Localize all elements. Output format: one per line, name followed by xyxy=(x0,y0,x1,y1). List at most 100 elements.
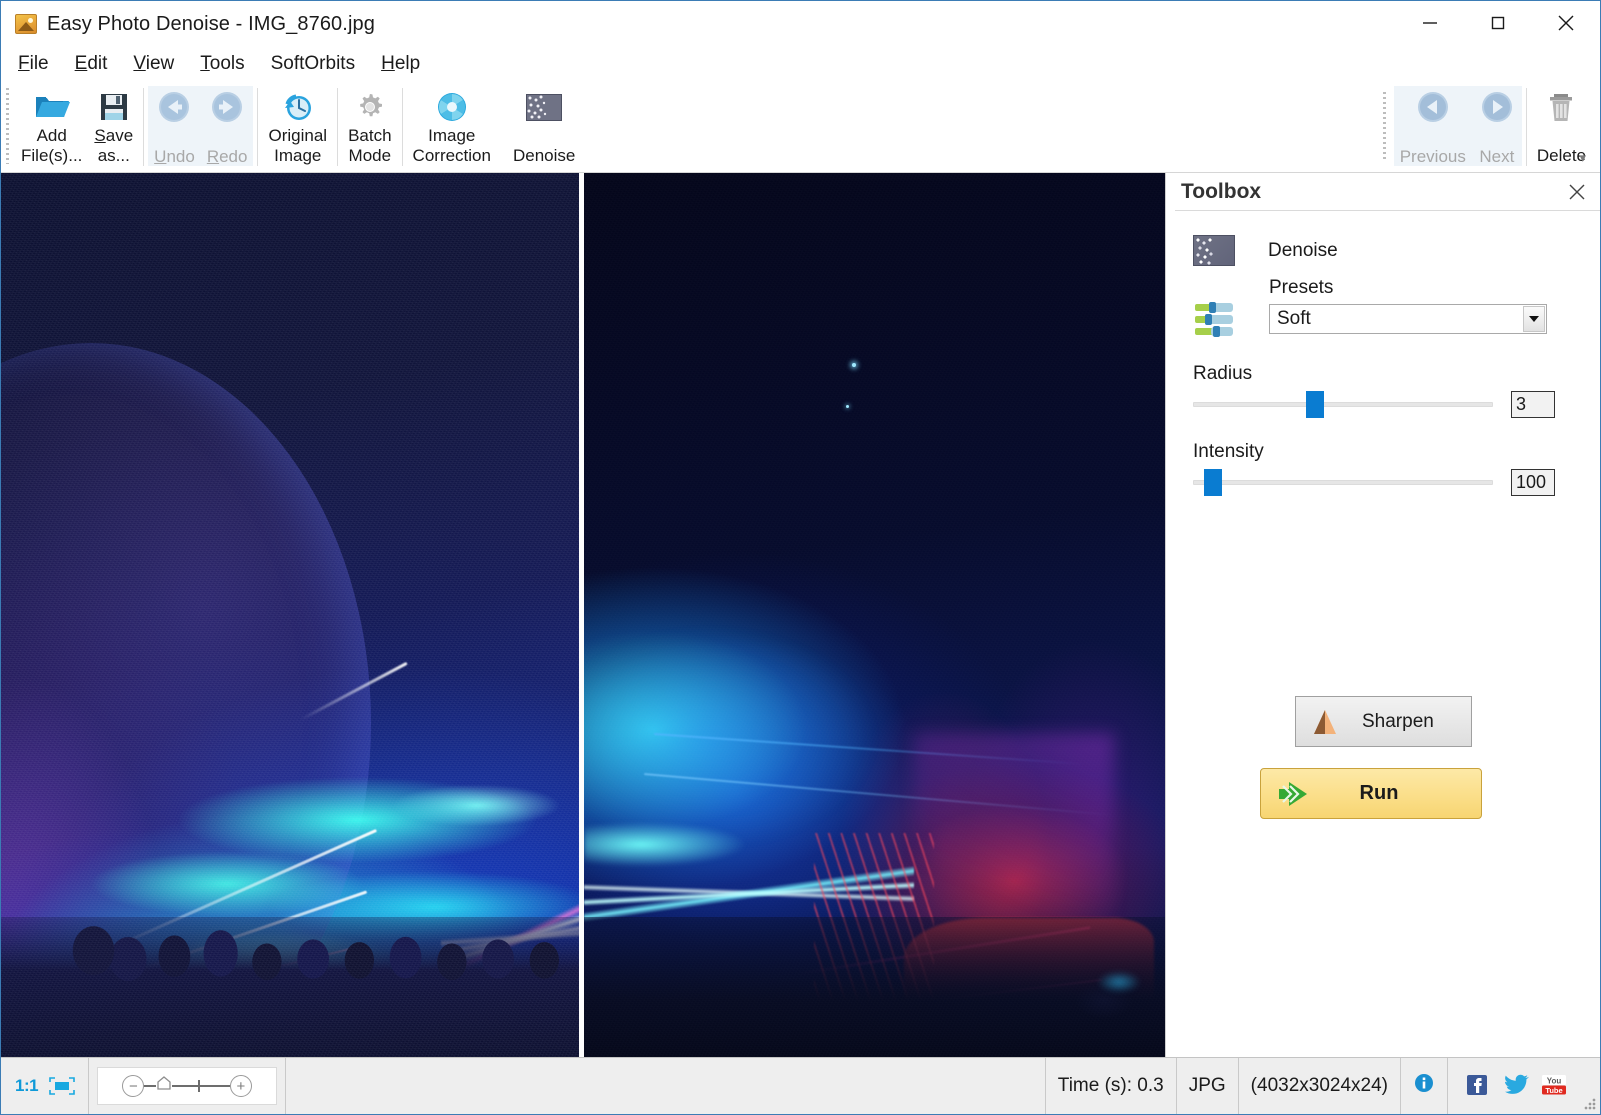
minimize-button[interactable] xyxy=(1396,1,1464,45)
image-correction-button[interactable]: Image Correction xyxy=(407,86,497,166)
zoom-ratio-button[interactable]: 1:1 xyxy=(15,1076,39,1096)
zoom-in-button[interactable]: + xyxy=(229,1075,252,1097)
sharpen-triangle-icon xyxy=(1312,708,1338,736)
radius-value-field[interactable]: 3 xyxy=(1511,390,1555,418)
arrow-left-circle-icon xyxy=(1414,90,1452,124)
toolbox-title: Toolbox xyxy=(1181,179,1262,203)
redo-arrow-icon xyxy=(208,90,246,124)
next-button[interactable]: Next xyxy=(1472,86,1522,166)
presets-selected-value: Soft xyxy=(1277,308,1311,329)
batch-mode-label: Batch Mode xyxy=(348,126,392,165)
zoom-slider-cell: − + xyxy=(89,1057,287,1114)
radius-slider[interactable] xyxy=(1193,389,1493,419)
add-files-button[interactable]: Add File(s)... xyxy=(15,86,88,166)
redo-button[interactable]: Redo xyxy=(201,86,254,166)
svg-text:Tube: Tube xyxy=(1545,1086,1562,1095)
toolbar-separator-1 xyxy=(143,88,145,166)
trash-icon xyxy=(1542,90,1580,123)
sharpen-button[interactable]: Sharpen xyxy=(1295,696,1472,747)
close-button[interactable] xyxy=(1532,1,1600,45)
resize-grip[interactable] xyxy=(1583,1097,1597,1111)
denoise-icon xyxy=(1193,235,1235,266)
title-bar: Easy Photo Denoise - IMG_8760.jpg xyxy=(1,1,1600,47)
toolbar-left-group: Add File(s)... Save as... Undo Redo Orig… xyxy=(15,86,581,168)
radius-slider-thumb[interactable] xyxy=(1306,391,1324,418)
fit-to-window-icon[interactable] xyxy=(48,1076,76,1096)
toolbox-close-icon[interactable] xyxy=(1564,179,1590,205)
toolbar-separator-2 xyxy=(257,88,259,166)
original-image-label: Original Image xyxy=(268,126,328,165)
undo-arrow-icon xyxy=(155,90,193,124)
redo-label: Redo xyxy=(206,147,248,166)
open-folder-icon xyxy=(33,90,71,124)
file-format: JPG xyxy=(1177,1057,1239,1114)
prev-next-group: Previous Next xyxy=(1393,86,1522,166)
menu-view[interactable]: View xyxy=(133,53,174,75)
info-icon[interactable] xyxy=(1413,1072,1435,1100)
preview-divider[interactable] xyxy=(579,173,584,1057)
left-photo xyxy=(1,173,579,1057)
zoom-home-icon[interactable] xyxy=(156,1075,172,1097)
original-noisy-preview[interactable] xyxy=(1,173,579,1057)
crowd-silhouette xyxy=(1,917,579,1057)
toolbar-overflow-icon[interactable]: ▾ xyxy=(1579,150,1586,166)
menu-help[interactable]: Help xyxy=(381,53,420,75)
twitter-icon[interactable] xyxy=(1503,1073,1531,1099)
intensity-slider-thumb[interactable] xyxy=(1204,469,1222,496)
batch-mode-button[interactable]: Batch Mode xyxy=(342,86,397,166)
image-dimensions: (4032x3024x24) xyxy=(1239,1057,1401,1114)
intensity-label: Intensity xyxy=(1193,441,1264,462)
run-button[interactable]: Run xyxy=(1260,768,1482,819)
intensity-slider[interactable] xyxy=(1193,467,1493,497)
toolbar-separator-5 xyxy=(1525,88,1527,166)
toolbar-separator-3 xyxy=(337,88,339,166)
window-controls xyxy=(1396,1,1600,45)
toolbar-separator-4 xyxy=(401,88,403,166)
window-title: Easy Photo Denoise - IMG_8760.jpg xyxy=(47,12,375,35)
menu-file[interactable]: File xyxy=(18,53,49,75)
denoise-button[interactable]: Denoise xyxy=(507,86,581,166)
status-bar-spacer xyxy=(286,1058,1045,1115)
processing-time: Time (s): 0.3 xyxy=(1044,1057,1177,1114)
original-image-button[interactable]: Original Image xyxy=(262,86,333,166)
menu-tools[interactable]: Tools xyxy=(200,53,244,75)
save-as-label: Save as... xyxy=(94,126,134,165)
denoised-preview[interactable] xyxy=(584,173,1165,1057)
menu-bar: File Edit View Tools SoftOrbits Help xyxy=(1,47,1600,80)
add-files-label: Add File(s)... xyxy=(21,126,83,165)
zoom-out-button[interactable]: − xyxy=(122,1075,145,1097)
active-tool-label: Denoise xyxy=(1268,239,1338,261)
toolbar-right-drag-handle[interactable] xyxy=(1382,92,1386,162)
youtube-icon[interactable]: You Tube xyxy=(1541,1073,1569,1099)
next-label: Next xyxy=(1479,147,1515,166)
zoom-slider[interactable]: − + xyxy=(97,1067,278,1105)
radius-slider-track xyxy=(1193,401,1493,407)
presets-select[interactable]: Soft xyxy=(1269,304,1547,334)
status-bar: 1:1 − + Time (s): 0.3 JPG (4032x3024x24)… xyxy=(1,1057,1600,1114)
green-double-arrow-icon xyxy=(1277,781,1311,807)
intensity-slider-track xyxy=(1193,479,1493,485)
floppy-save-icon xyxy=(95,90,133,124)
toolbox-panel: Toolbox Denoise Presets Soft Radius 3 In… xyxy=(1165,173,1600,1057)
toolbox-body: Denoise Presets Soft Radius 3 Intensity … xyxy=(1175,210,1600,1057)
sliders-preset-icon xyxy=(1193,299,1236,341)
svg-text:You: You xyxy=(1547,1077,1562,1086)
image-canvas[interactable] xyxy=(1,173,1165,1057)
undo-label: Undo xyxy=(154,147,195,166)
save-as-button[interactable]: Save as... xyxy=(88,86,139,166)
toolbar-drag-handle[interactable] xyxy=(6,88,9,164)
undo-button[interactable]: Undo xyxy=(148,86,201,166)
main-toolbar: Add File(s)... Save as... Undo Redo Orig… xyxy=(1,80,1600,173)
maximize-button[interactable] xyxy=(1464,1,1532,45)
toolbar-right-group: Previous Next Delete ▾ xyxy=(1382,86,1592,168)
right-photo xyxy=(584,173,1165,1057)
facebook-icon[interactable] xyxy=(1465,1073,1493,1099)
menu-softorbits[interactable]: SoftOrbits xyxy=(271,53,355,75)
zoom-ratio-group: 1:1 xyxy=(1,1057,90,1114)
menu-edit[interactable]: Edit xyxy=(75,53,108,75)
intensity-value-field[interactable]: 100 xyxy=(1511,468,1555,496)
previous-button[interactable]: Previous xyxy=(1394,86,1472,166)
info-cell xyxy=(1401,1057,1448,1114)
chevron-down-icon[interactable] xyxy=(1523,306,1545,332)
previous-label: Previous xyxy=(1399,147,1466,166)
